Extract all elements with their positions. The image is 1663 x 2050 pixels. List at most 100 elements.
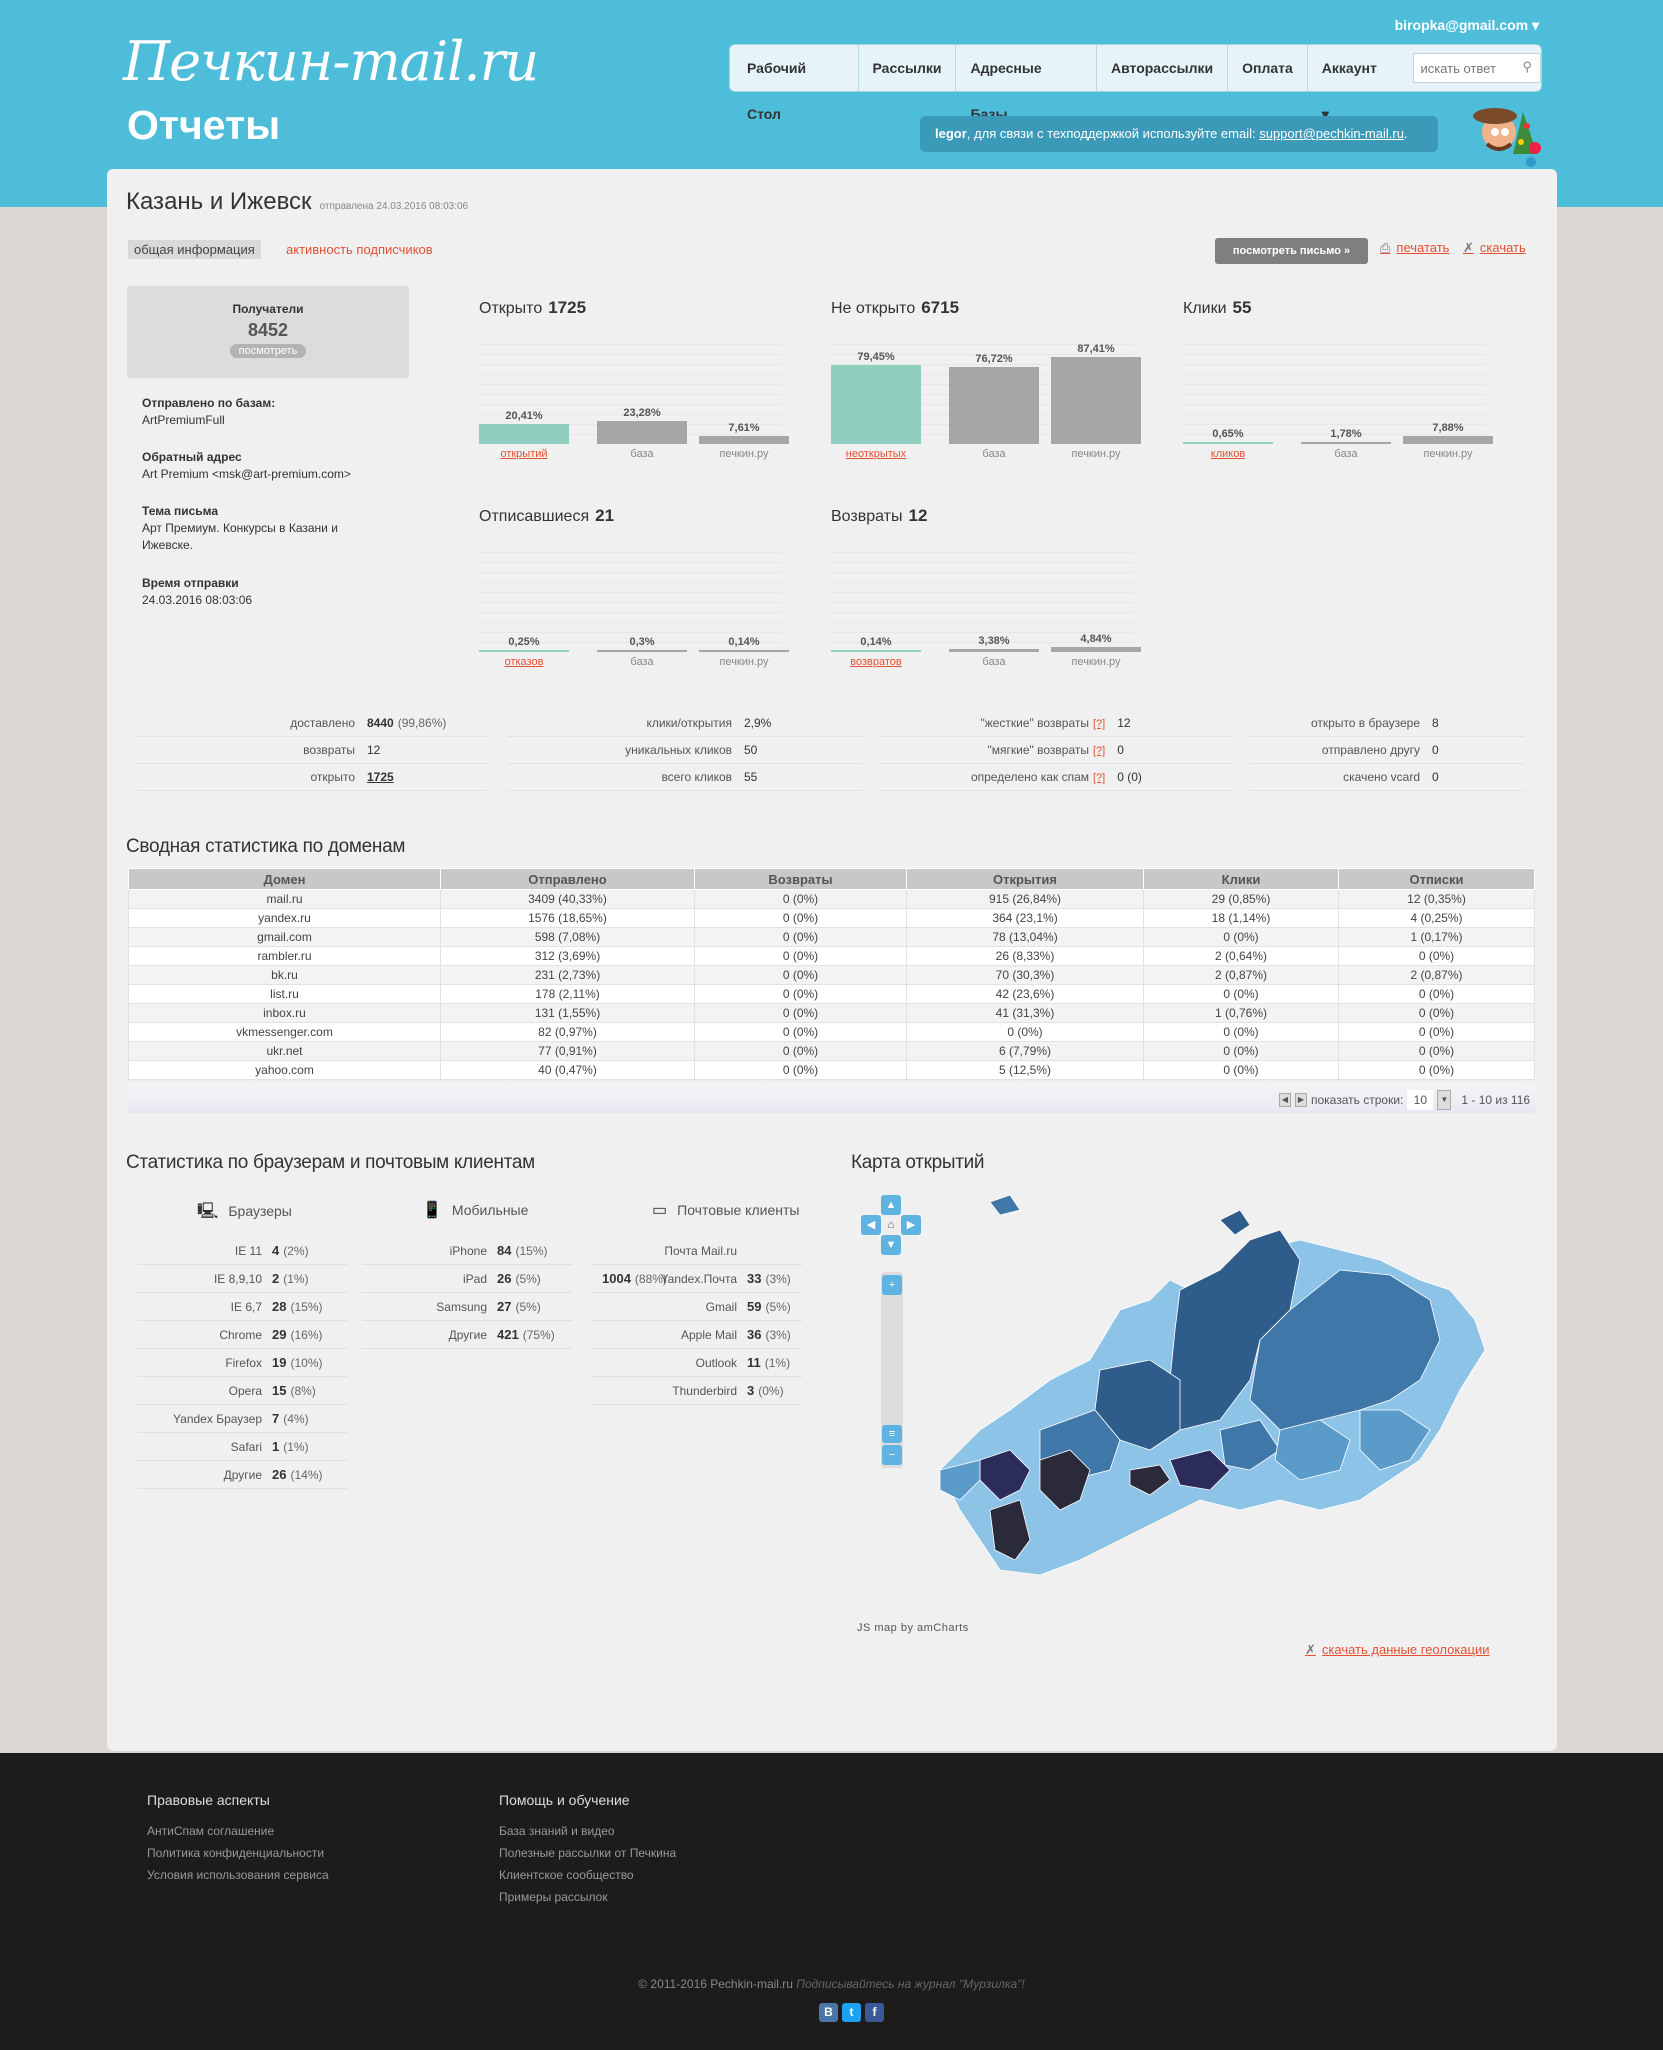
item-name: Safari	[230, 1440, 262, 1454]
support-text: , для связи с техподдержкой используйте …	[966, 126, 1260, 141]
col-clicks[interactable]: Клики	[1143, 868, 1339, 890]
chevron-down-icon[interactable]: ▼	[1437, 1090, 1452, 1110]
chart-bar	[949, 367, 1039, 444]
print-link[interactable]: ⎙ печатать	[1380, 240, 1449, 256]
view-recipients-button[interactable]: посмотреть	[229, 344, 307, 358]
table-cell: 0 (0%)	[694, 889, 907, 909]
russia-map[interactable]	[920, 1180, 1490, 1580]
table-cell: 5 (12,5%)	[906, 1060, 1144, 1080]
footer-link[interactable]: Клиентское сообщество	[499, 1864, 676, 1886]
domains-table: Домен Отправлено Возвраты Открытия Клики…	[128, 868, 1535, 1080]
chart-category: печкин.ру	[719, 448, 769, 460]
footer-link[interactable]: База знаний и видео	[499, 1820, 676, 1842]
item-name: Почта Mail.ru	[664, 1244, 737, 1258]
item-percent: (1%)	[283, 1272, 309, 1286]
table-row: vkmessenger.com 82 (0,97%) 0 (0%) 0 (0%) 0 (…	[128, 1022, 1535, 1042]
recipients-count: 8452	[247, 320, 289, 340]
footer-link[interactable]: Примеры рассылок	[499, 1886, 676, 1908]
pan-down-icon[interactable]: ▼	[881, 1235, 901, 1255]
chart-category-link[interactable]: открытий	[479, 448, 569, 460]
stat-value: 0	[1432, 770, 1439, 784]
search-icon[interactable]: ⚲	[1522, 59, 1532, 75]
download-link[interactable]: ✗ скачать	[1463, 240, 1526, 256]
view-letter-button[interactable]: посмотреть письмо »	[1215, 238, 1368, 264]
meta-value: Арт Премиум. Конкурсы в Казани и Ижевске…	[142, 521, 338, 552]
nav-dashboard[interactable]: Рабочий Стол	[733, 45, 859, 122]
help-icon[interactable]: [?]	[1093, 745, 1105, 757]
item-percent: (2%)	[283, 1244, 309, 1258]
prev-page-icon[interactable]: ◀	[1279, 1093, 1291, 1107]
browser-group-title: ▭ Почтовые клиенты	[652, 1200, 799, 1220]
rows-select[interactable]: 10	[1407, 1090, 1434, 1110]
browser-group-name: Мобильные	[451, 1202, 529, 1218]
chart-clicks: Клики 55 0,65% 1,78% 7,88% кликов база печкин.р…	[1183, 298, 1493, 468]
stat-value[interactable]: 1725	[367, 770, 394, 784]
chart-category-link[interactable]: возвратов	[831, 656, 921, 668]
footer-link[interactable]: Политика конфиденциальности	[147, 1842, 329, 1864]
tab-general-info[interactable]: общая информация	[128, 240, 261, 259]
item-name: Opera	[228, 1384, 262, 1398]
item-count: 36	[747, 1327, 762, 1342]
list-item: IE 11 4 (2%)	[137, 1237, 347, 1265]
table-cell: 70 (30,3%)	[906, 965, 1144, 985]
footer-link[interactable]: Условия использования сервиса	[147, 1864, 329, 1886]
pan-up-icon[interactable]: ▲	[881, 1195, 901, 1215]
help-icon[interactable]: [?]	[1093, 718, 1105, 730]
chart-category-link[interactable]: кликов	[1183, 448, 1273, 460]
help-icon[interactable]: [?]	[1093, 772, 1105, 784]
stat-label: всего кликов	[661, 770, 732, 784]
logo[interactable]: Печкин-mail.ru	[123, 30, 539, 93]
table-cell: 40 (0,47%)	[440, 1060, 695, 1080]
stat-row: доставлено 8440 (99,86%)	[137, 710, 487, 737]
pan-left-icon[interactable]: ◀	[861, 1215, 881, 1235]
slogan-link[interactable]: Подписывайтесь на журнал "Мурзилка"!	[796, 1977, 1024, 1991]
stat-label: открыто в браузере	[1310, 716, 1420, 730]
nav-autoresponders[interactable]: Авторассылки	[1097, 45, 1229, 91]
tab-subscriber-activity[interactable]: активность подписчиков	[286, 242, 433, 257]
map-credit[interactable]: JS map by amCharts	[857, 1622, 969, 1634]
footer-link[interactable]: Полезные рассылки от Печкина	[499, 1842, 676, 1864]
col-unsubscribes[interactable]: Отписки	[1338, 868, 1535, 890]
chart-value-label: 0,14%	[728, 636, 760, 648]
map-region[interactable]	[989, 1194, 1021, 1216]
chart-category-link[interactable]: отказов	[479, 656, 569, 668]
nav-campaigns[interactable]: Рассылки	[859, 45, 957, 91]
home-icon[interactable]: ⌂	[881, 1215, 901, 1235]
pan-right-icon[interactable]: ▶	[901, 1215, 921, 1235]
item-percent: (16%)	[290, 1328, 323, 1342]
map-region[interactable]	[1219, 1209, 1251, 1236]
vk-icon[interactable]: В	[819, 2003, 838, 2022]
footer-link[interactable]: АнтиСпам соглашение	[147, 1820, 329, 1842]
chart-category-link[interactable]: неоткрытых	[831, 448, 921, 460]
stat-row: всего кликов 55	[507, 764, 862, 791]
geo-download-link[interactable]: ✗ скачать данные геолокации	[1305, 1642, 1490, 1658]
stat-row: "жесткие" возвраты [?] 12	[879, 710, 1234, 737]
twitter-icon[interactable]: t	[842, 2003, 861, 2022]
table-cell: 1 (0,76%)	[1143, 1003, 1339, 1023]
chart-title: Не открыто 6715	[831, 298, 1133, 318]
stat-label: доставлено	[290, 716, 355, 730]
meta-label: Отправлено по базам:	[142, 396, 276, 410]
chart-not-opened: Не открыто 6715 79,45% 76,72% 87,41% неоткрыт…	[831, 298, 1141, 468]
chart-value-label: 0,25%	[508, 636, 540, 648]
col-opens[interactable]: Открытия	[906, 868, 1144, 890]
nav-account[interactable]: Аккаунт ▾	[1308, 45, 1402, 122]
zoom-handle[interactable]: ≡	[882, 1425, 902, 1443]
list-item: Firefox 19 (10%)	[137, 1349, 347, 1377]
zoom-out-icon[interactable]: −	[882, 1445, 902, 1465]
map-title: Карта открытий	[851, 1152, 985, 1173]
chart-category: печкин.ру	[1071, 448, 1121, 460]
facebook-icon[interactable]: f	[865, 2003, 884, 2022]
col-domain[interactable]: Домен	[128, 868, 441, 890]
user-menu[interactable]: biropka@gmail.com ▾	[1395, 17, 1539, 34]
nav-address-books[interactable]: Адресные Базы	[956, 45, 1097, 122]
col-sent[interactable]: Отправлено	[440, 868, 695, 890]
nav-payment[interactable]: Оплата	[1228, 45, 1308, 91]
item-percent: (5%)	[515, 1272, 541, 1286]
search-input[interactable]: искать ответ ⚲	[1413, 53, 1541, 83]
next-page-icon[interactable]: ▶	[1295, 1093, 1307, 1107]
col-bounces[interactable]: Возвраты	[694, 868, 907, 890]
zoom-in-icon[interactable]: +	[882, 1275, 902, 1295]
table-cell: 0 (0%)	[694, 965, 907, 985]
support-email-link[interactable]: support@pechkin-mail.ru	[1259, 126, 1404, 141]
